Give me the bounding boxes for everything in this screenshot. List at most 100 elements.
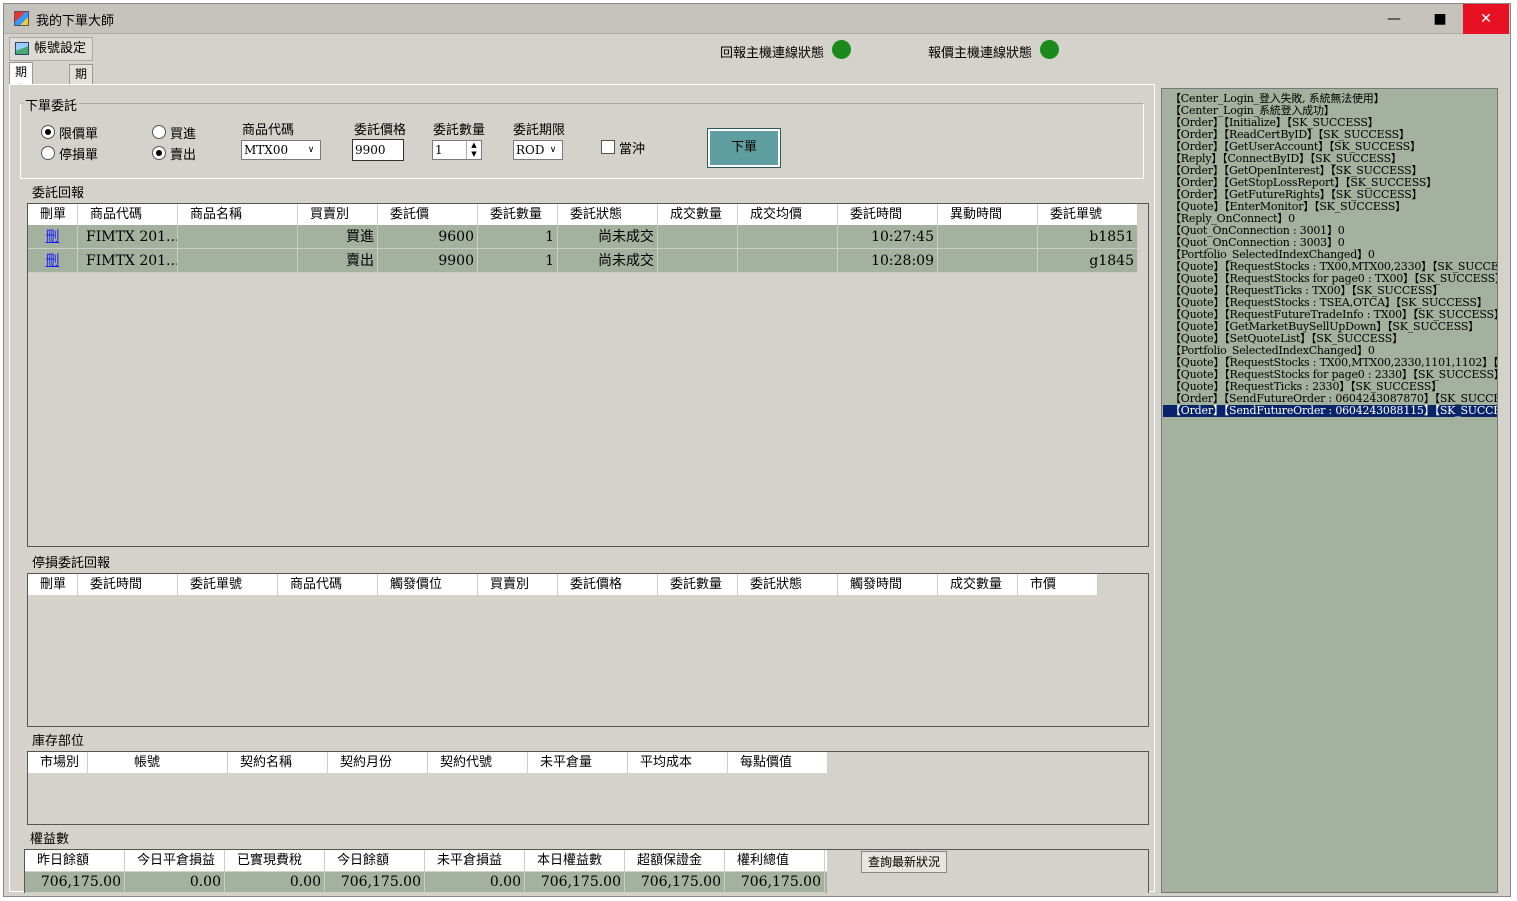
col-order-no[interactable]: 委託單號 — [1038, 204, 1138, 225]
cell-status: 尚未成交 — [558, 249, 658, 273]
delete-order-link[interactable]: 刪 — [28, 225, 78, 249]
col-market-price[interactable]: 市價 — [1018, 574, 1098, 595]
positions-grid: 市場別 帳號 契約名稱 契約月份 契約代號 未平倉量 平均成本 每點價值 — [27, 751, 1149, 825]
col-fees-tax[interactable]: 已實現費稅 — [225, 850, 325, 871]
stop-report-grid: 刪單 委託時間 委託單號 商品代碼 觸發價位 買賣別 委託價格 委託數量 委託狀… — [27, 573, 1149, 727]
cell-today-closed-pnl: 0.00 — [125, 872, 225, 893]
spin-arrows-icon[interactable]: ▲ ▼ — [466, 141, 481, 159]
qty-value: 1 — [435, 143, 443, 157]
cell-filled-qty — [658, 249, 738, 273]
cell-today-balance: 706,175.00 — [325, 872, 425, 893]
col-excess-margin[interactable]: 超額保證金 — [625, 850, 725, 871]
delete-link-text[interactable]: 刪 — [46, 229, 60, 245]
col-change-time[interactable]: 異動時間 — [938, 204, 1038, 225]
maximize-button[interactable]: ■ — [1417, 4, 1463, 34]
col-open-pnl[interactable]: 未平倉損益 — [425, 850, 525, 871]
cell-qty: 1 — [478, 225, 558, 249]
col-contract-month[interactable]: 契約月份 — [328, 752, 428, 773]
table-row[interactable]: 706,175.00 0.00 0.00 706,175.00 0.00 706… — [25, 872, 827, 893]
reply-status-indicator — [832, 40, 851, 59]
col-qty[interactable]: 委託數量 — [658, 574, 738, 595]
col-order-time[interactable]: 委託時間 — [78, 574, 178, 595]
cell-order-no: g1845 — [1038, 249, 1138, 273]
col-filled-qty[interactable]: 成交數量 — [658, 204, 738, 225]
log-item[interactable]: 【Order】【SendFutureOrder : 0604243088115】… — [1163, 405, 1497, 417]
cell-qty: 1 — [478, 249, 558, 273]
stop-order-radio[interactable]: 停損單 — [41, 144, 98, 163]
col-qty[interactable]: 委託數量 — [478, 204, 558, 225]
col-trigger-time[interactable]: 觸發時間 — [838, 574, 938, 595]
title-bar[interactable]: 我的下單大師 — ■ ✕ — [4, 4, 1510, 34]
cell-order-no: b1851 — [1038, 225, 1138, 249]
col-avg-price[interactable]: 成交均價 — [738, 204, 838, 225]
col-side[interactable]: 買賣別 — [478, 574, 558, 595]
col-product-code[interactable]: 商品代碼 — [78, 204, 178, 225]
order-report-header: 刪單 商品代碼 商品名稱 買賣別 委託價 委託數量 委託狀態 成交數量 成交均價… — [28, 204, 1138, 225]
futures-order-panel: 下單委託 限價單 停損單 買進 賣出 商品代碼 MTX00 ∨ 委託價格 990… — [9, 84, 1155, 893]
maximize-icon: ■ — [1433, 11, 1447, 27]
close-icon: ✕ — [1480, 11, 1492, 27]
col-side[interactable]: 買賣別 — [298, 204, 378, 225]
col-option-value[interactable]: 權利總值 — [725, 850, 825, 871]
col-price[interactable]: 委託價 — [378, 204, 478, 225]
qty-stepper[interactable]: 1 ▲ ▼ — [432, 140, 482, 160]
col-equity[interactable]: 本日權益數 — [525, 850, 625, 871]
qty-label: 委託數量 — [433, 123, 486, 138]
col-today-closed-pnl[interactable]: 今日平倉損益 — [125, 850, 225, 871]
delete-link-text[interactable]: 刪 — [46, 253, 60, 269]
cell-side: 買進 — [298, 225, 378, 249]
price-input[interactable]: 9900 — [352, 139, 404, 161]
col-filled-qty[interactable]: 成交數量 — [938, 574, 1018, 595]
col-product-name[interactable]: 商品名稱 — [178, 204, 298, 225]
minimize-icon: — — [1387, 11, 1401, 27]
product-code-label: 商品代碼 — [242, 123, 295, 138]
col-trigger-price[interactable]: 觸發價位 — [378, 574, 478, 595]
col-order-no[interactable]: 委託單號 — [178, 574, 278, 595]
col-delete[interactable]: 刪單 — [28, 574, 78, 595]
sell-radio[interactable]: 賣出 — [152, 144, 196, 163]
limit-order-radio[interactable]: 限價單 — [41, 123, 98, 142]
col-status[interactable]: 委託狀態 — [558, 204, 658, 225]
cell-order-time: 10:28:09 — [838, 249, 938, 273]
col-status[interactable]: 委託狀態 — [738, 574, 838, 595]
col-today-balance[interactable]: 今日餘額 — [325, 850, 425, 871]
close-button[interactable]: ✕ — [1463, 4, 1509, 34]
col-account[interactable]: 帳號 — [88, 752, 228, 773]
cell-product-name — [178, 249, 298, 273]
delete-order-link[interactable]: 刪 — [28, 249, 78, 273]
col-contract-name[interactable]: 契約名稱 — [228, 752, 328, 773]
buy-radio[interactable]: 買進 — [152, 123, 196, 142]
col-point-value[interactable]: 每點價值 — [728, 752, 828, 773]
message-log[interactable]: 【Center_Login_登入失敗, 系統無法使用】 【Center_Login… — [1161, 88, 1498, 893]
tab-futures-quote[interactable]: 期貨報價 — [69, 64, 94, 135]
account-settings-label: 帳號設定 — [34, 41, 87, 56]
col-delete[interactable]: 刪單 — [28, 204, 78, 225]
daytrade-checkbox[interactable]: 當沖 — [601, 138, 645, 157]
chevron-down-icon: ∨ — [549, 145, 557, 155]
app-icon — [14, 11, 29, 26]
col-order-time[interactable]: 委託時間 — [838, 204, 938, 225]
col-prev-balance[interactable]: 昨日餘額 — [25, 850, 125, 871]
refresh-status-button[interactable]: 查詢最新狀況 — [861, 851, 947, 873]
col-market[interactable]: 市場別 — [28, 752, 88, 773]
submit-order-button[interactable]: 下單 — [707, 128, 781, 168]
col-product-code[interactable]: 商品代碼 — [278, 574, 378, 595]
order-report-title: 委託回報 — [30, 182, 87, 201]
tab-futures-order[interactable]: 期貨下單 — [9, 62, 34, 133]
tif-label: 委託期限 — [513, 123, 566, 138]
window-title: 我的下單大師 — [36, 14, 115, 29]
equity-title: 權益數 — [28, 828, 72, 847]
col-price[interactable]: 委託價格 — [558, 574, 658, 595]
tif-select[interactable]: ROD ∨ — [513, 140, 563, 160]
toolbar: 帳號設定 回報主機連線狀態 報價主機連線狀態 — [4, 34, 1510, 62]
account-settings-button[interactable]: 帳號設定 — [9, 37, 94, 61]
table-row[interactable]: 刪 FIMTX 201... 買進 9600 1 尚未成交 10:27:45 b… — [28, 225, 1138, 249]
chevron-down-icon: ∨ — [307, 145, 315, 155]
col-contract-code[interactable]: 契約代號 — [428, 752, 528, 773]
cell-product-name — [178, 225, 298, 249]
product-code-select[interactable]: MTX00 ∨ — [241, 140, 321, 160]
table-row[interactable]: 刪 FIMTX 201... 賣出 9900 1 尚未成交 10:28:09 g… — [28, 249, 1138, 273]
col-open-qty[interactable]: 未平倉量 — [528, 752, 628, 773]
minimize-button[interactable]: — — [1371, 4, 1417, 34]
col-avg-cost[interactable]: 平均成本 — [628, 752, 728, 773]
